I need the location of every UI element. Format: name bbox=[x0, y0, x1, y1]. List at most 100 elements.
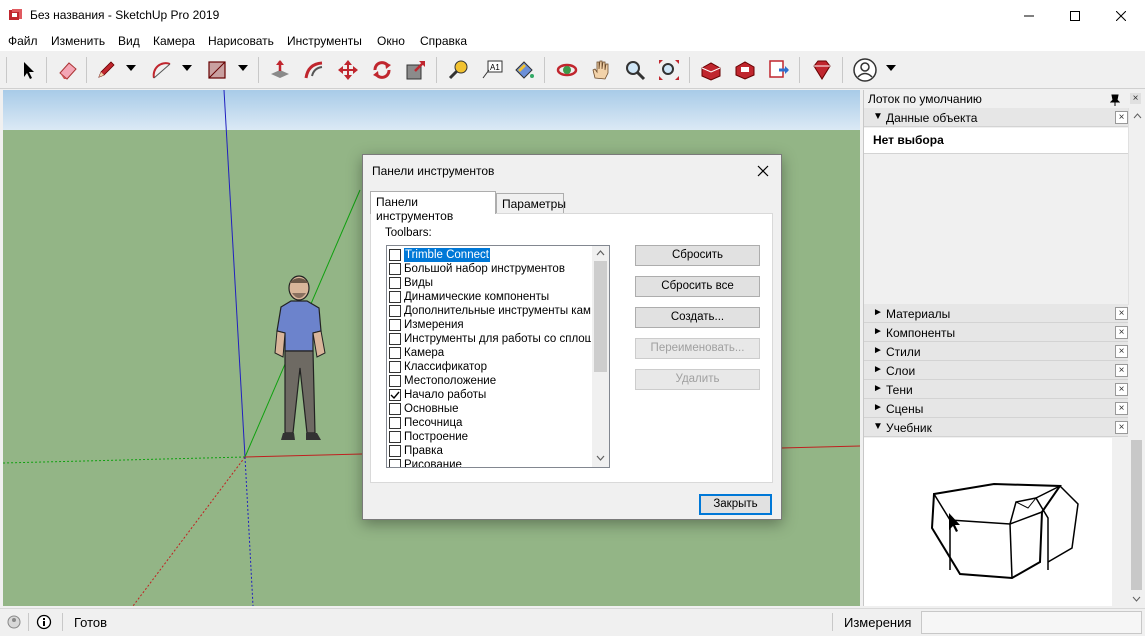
menu-window[interactable]: Окно bbox=[377, 34, 405, 48]
dialog-close-button[interactable] bbox=[749, 159, 777, 183]
info-icon[interactable] bbox=[36, 614, 52, 630]
rectangle-tool-button[interactable] bbox=[203, 56, 231, 84]
checkbox[interactable] bbox=[389, 459, 401, 467]
maximize-button[interactable] bbox=[1052, 0, 1098, 31]
pin-icon[interactable] bbox=[1110, 94, 1120, 106]
measurements-input[interactable] bbox=[921, 611, 1142, 634]
scale-tool-button[interactable] bbox=[402, 56, 430, 84]
checkbox[interactable] bbox=[389, 403, 401, 415]
checkbox[interactable] bbox=[389, 417, 401, 429]
zoom-extents-tool-button[interactable] bbox=[655, 56, 683, 84]
toolbar-list-item[interactable]: Виды bbox=[389, 276, 591, 290]
rectangle-dropdown[interactable] bbox=[238, 65, 248, 71]
account-dropdown[interactable] bbox=[886, 65, 896, 71]
arc-dropdown[interactable] bbox=[182, 65, 192, 71]
push-pull-tool-button[interactable] bbox=[266, 56, 294, 84]
toolbar-list-item[interactable]: Правка bbox=[389, 444, 591, 458]
send-to-layout-button[interactable] bbox=[765, 56, 793, 84]
checkbox[interactable] bbox=[389, 361, 401, 373]
panel-close-button[interactable]: × bbox=[1115, 111, 1128, 124]
panel-styles[interactable]: ► Стили × bbox=[864, 342, 1128, 361]
close-dialog-button[interactable]: Закрыть bbox=[699, 494, 772, 515]
panel-components[interactable]: ► Компоненты × bbox=[864, 323, 1128, 342]
create-button[interactable]: Создать... bbox=[635, 307, 760, 328]
tab-options[interactable]: Параметры bbox=[496, 193, 566, 213]
checkbox[interactable] bbox=[389, 347, 401, 359]
toolbar-list-item[interactable]: Trimble Connect bbox=[389, 248, 591, 262]
menu-draw[interactable]: Нарисовать bbox=[208, 34, 274, 48]
pan-tool-button[interactable] bbox=[587, 56, 615, 84]
panel-instructor[interactable]: ▼ Учебник × bbox=[864, 418, 1128, 437]
panel-close-button[interactable]: × bbox=[1115, 364, 1128, 377]
toolbars-listbox[interactable]: Trimble Connect Большой набор инструмент… bbox=[386, 245, 610, 468]
text-tool-button[interactable]: A1 bbox=[478, 56, 506, 84]
orbit-tool-button[interactable] bbox=[553, 56, 581, 84]
pencil-dropdown[interactable] bbox=[126, 65, 136, 71]
toolbar-list-item[interactable]: Песочница bbox=[389, 416, 591, 430]
select-tool-button[interactable] bbox=[14, 56, 42, 84]
follow-me-tool-button[interactable] bbox=[300, 56, 328, 84]
checkbox[interactable] bbox=[389, 277, 401, 289]
checkbox[interactable] bbox=[389, 305, 401, 317]
checkbox[interactable] bbox=[389, 445, 401, 457]
paint-bucket-tool-button[interactable] bbox=[510, 56, 538, 84]
tab-toolbars[interactable]: Панели инструментов bbox=[370, 191, 496, 223]
checkbox-checked[interactable] bbox=[389, 389, 401, 401]
reset-all-button[interactable]: Сбросить все bbox=[635, 276, 760, 297]
3d-warehouse-button[interactable] bbox=[697, 56, 725, 84]
tray-close-button[interactable]: × bbox=[1130, 93, 1141, 104]
reset-button[interactable]: Сбросить bbox=[635, 245, 760, 266]
geo-location-icon[interactable] bbox=[6, 614, 22, 630]
pencil-tool-button[interactable] bbox=[92, 56, 120, 84]
account-button[interactable] bbox=[851, 56, 879, 84]
rename-button[interactable]: Переименовать... bbox=[635, 338, 760, 359]
panel-close-button[interactable]: × bbox=[1115, 402, 1128, 415]
listbox-scrollbar[interactable] bbox=[592, 246, 609, 467]
toolbar-list-item[interactable]: Камера bbox=[389, 346, 591, 360]
menu-edit[interactable]: Изменить bbox=[51, 34, 105, 48]
checkbox[interactable] bbox=[389, 291, 401, 303]
toolbar-list-item[interactable]: Дополнительные инструменты камеры bbox=[389, 304, 591, 318]
toolbar-list-item[interactable]: Инструменты для работы со сплошными тела… bbox=[389, 332, 591, 346]
toolbar-list-item[interactable]: Большой набор инструментов bbox=[389, 262, 591, 276]
toolbar-list-item[interactable]: Рисование bbox=[389, 458, 591, 467]
checkbox[interactable] bbox=[389, 319, 401, 331]
toolbar-list-item[interactable]: Местоположение bbox=[389, 374, 591, 388]
zoom-tool-button[interactable] bbox=[621, 56, 649, 84]
close-window-button[interactable] bbox=[1098, 0, 1144, 31]
extension-manager-button[interactable] bbox=[808, 56, 836, 84]
toolbar-list-item[interactable]: Начало работы bbox=[389, 388, 591, 402]
delete-button[interactable]: Удалить bbox=[635, 369, 760, 390]
checkbox[interactable] bbox=[389, 333, 401, 345]
menu-tools[interactable]: Инструменты bbox=[287, 34, 362, 48]
tray-scrollbar[interactable] bbox=[1128, 108, 1145, 305]
toolbar-list-item[interactable]: Измерения bbox=[389, 318, 591, 332]
toolbar-list-item[interactable]: Классификатор bbox=[389, 360, 591, 374]
entity-info-header[interactable]: ▼ Данные объекта × bbox=[864, 108, 1128, 127]
panel-close-button[interactable]: × bbox=[1115, 345, 1128, 358]
rotate-tool-button[interactable] bbox=[368, 56, 396, 84]
menu-camera[interactable]: Камера bbox=[153, 34, 195, 48]
checkbox[interactable] bbox=[389, 431, 401, 443]
panel-close-button[interactable]: × bbox=[1115, 421, 1128, 434]
panel-close-button[interactable]: × bbox=[1115, 307, 1128, 320]
tape-measure-tool-button[interactable] bbox=[444, 56, 472, 84]
move-tool-button[interactable] bbox=[334, 56, 362, 84]
panel-close-button[interactable]: × bbox=[1115, 326, 1128, 339]
checkbox[interactable] bbox=[389, 263, 401, 275]
menu-file[interactable]: Файл bbox=[8, 34, 38, 48]
checkbox[interactable] bbox=[389, 249, 401, 261]
menu-view[interactable]: Вид bbox=[118, 34, 140, 48]
panel-layers[interactable]: ► Слои × bbox=[864, 361, 1128, 380]
toolbar-list-item[interactable]: Построение bbox=[389, 430, 591, 444]
menu-help[interactable]: Справка bbox=[420, 34, 467, 48]
panel-close-button[interactable]: × bbox=[1115, 383, 1128, 396]
instructor-scrollbar[interactable] bbox=[1128, 438, 1145, 606]
panel-materials[interactable]: ► Материалы × bbox=[864, 304, 1128, 323]
arc-tool-button[interactable] bbox=[148, 56, 176, 84]
toolbar-list-item[interactable]: Динамические компоненты bbox=[389, 290, 591, 304]
panel-shadows[interactable]: ► Тени × bbox=[864, 380, 1128, 399]
extension-warehouse-button[interactable] bbox=[731, 56, 759, 84]
minimize-button[interactable] bbox=[1006, 0, 1052, 31]
eraser-tool-button[interactable] bbox=[54, 56, 82, 84]
